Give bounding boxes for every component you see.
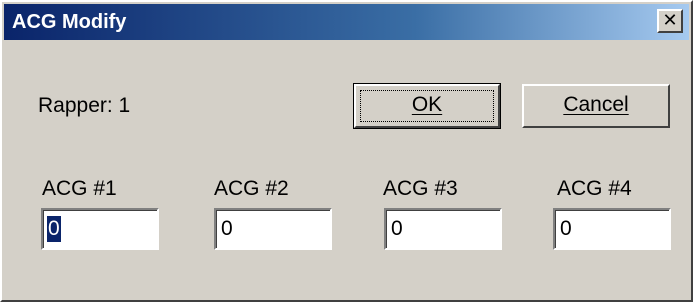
acg4-field[interactable] — [553, 208, 671, 250]
dialog-window: ACG Modify ✕ Rapper: 1 OK Cancel ACG #1 … — [0, 0, 693, 302]
acg3-field[interactable] — [384, 208, 502, 250]
acg1-field[interactable]: 0 — [41, 208, 159, 250]
ok-button[interactable]: OK — [353, 83, 501, 129]
cancel-button[interactable]: Cancel — [522, 84, 670, 128]
close-icon: ✕ — [662, 10, 678, 30]
acg2-field[interactable] — [214, 208, 332, 250]
close-button[interactable]: ✕ — [657, 9, 683, 33]
acg4-label: ACG #4 — [557, 177, 632, 200]
acg2-input[interactable] — [219, 213, 327, 245]
acg2-label: ACG #2 — [214, 177, 289, 200]
acg4-input[interactable] — [558, 213, 666, 245]
acg3-input[interactable] — [389, 213, 497, 245]
title-bar[interactable]: ACG Modify ✕ — [4, 4, 689, 40]
acg1-selected-value[interactable]: 0 — [47, 216, 61, 242]
rapper-label: Rapper: 1 — [38, 94, 131, 117]
window-title: ACG Modify — [12, 11, 127, 33]
cancel-label: Cancel — [563, 93, 629, 116]
ok-label: OK — [411, 93, 443, 116]
acg1-label: ACG #1 — [42, 177, 117, 200]
acg3-label: ACG #3 — [383, 177, 458, 200]
